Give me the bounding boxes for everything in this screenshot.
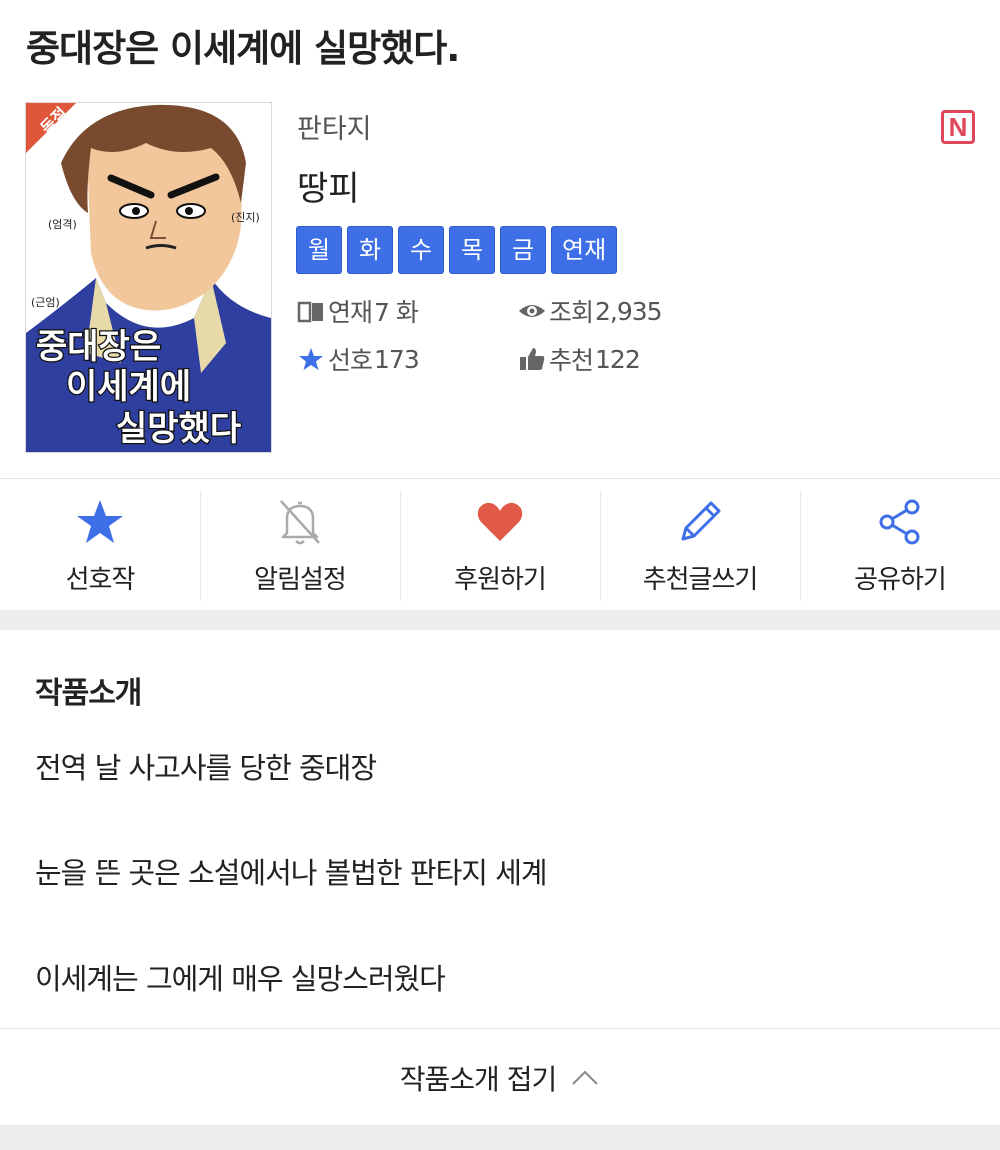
page-title: 중대장은 이세계에 실망했다. xyxy=(26,27,460,70)
support-button-label: 후원하기 xyxy=(454,565,547,595)
synopsis-heading: 작품소개 xyxy=(35,676,142,711)
platform-badge: N xyxy=(941,110,975,144)
synopsis-line: 눈을 뜬 곳은 소설에서나 볼법한 판타지 세계 xyxy=(35,856,548,890)
stat-favorites-value: 173 xyxy=(374,344,420,374)
pencil-icon xyxy=(675,497,725,547)
title-bar: 중대장은 이세계에 실망했다. xyxy=(0,0,1000,95)
stat-views-label: 조회 xyxy=(549,298,594,327)
synopsis-section: 작품소개 전역 날 사고사를 당한 중대장 눈을 뜬 곳은 소설에서나 볼법한 … xyxy=(0,630,1000,1028)
stat-recommends-label: 추천 xyxy=(549,346,594,375)
cover-title-line-2: 이세계에 xyxy=(66,367,191,407)
review-button[interactable]: 추천글쓰기 xyxy=(600,479,800,611)
share-icon xyxy=(875,497,925,547)
favorite-button[interactable]: 선호작 xyxy=(0,479,200,611)
notify-button[interactable]: 알림설정 xyxy=(200,479,400,611)
favorite-button-label: 선호작 xyxy=(65,565,136,595)
cover-speech-1: (엄격) xyxy=(48,218,77,231)
heart-icon xyxy=(475,497,525,547)
day-tag-mon: 월 xyxy=(296,226,342,274)
stat-episodes-value: 7 화 xyxy=(374,298,419,327)
novel-detail-page: 중대장은 이세계에 실망했다. 독점 (엄격) (진지) (근엄) 중대장은 이… xyxy=(0,0,1000,1150)
stat-episodes-label: 연재 xyxy=(328,298,373,327)
star-icon xyxy=(75,497,125,547)
notify-button-label: 알림설정 xyxy=(254,565,347,595)
cover-speech-2: (진지) xyxy=(231,211,260,224)
stat-recommends-value: 122 xyxy=(595,344,641,374)
thumbs-up-icon xyxy=(518,345,546,373)
share-button[interactable]: 공유하기 xyxy=(800,479,1000,611)
synopsis-line: 전역 날 사고사를 당한 중대장 xyxy=(35,751,377,785)
cover-title-line-1: 중대장은 xyxy=(36,327,161,367)
chevron-up-icon xyxy=(570,1068,600,1088)
book-icon xyxy=(297,297,325,325)
day-tag-tue: 화 xyxy=(347,226,393,274)
cover-speech-3: (근엄) xyxy=(31,296,60,309)
cover-image[interactable]: 독점 (엄격) (진지) (근엄) 중대장은 이세계에 실망했다 xyxy=(25,102,272,453)
star-small-icon xyxy=(297,345,325,373)
share-button-label: 공유하기 xyxy=(854,565,947,595)
schedule-tags: 월 화 수 목 금 연재 xyxy=(296,226,622,274)
stat-recommends: 추천 122 xyxy=(518,341,641,377)
stat-views-value: 2,935 xyxy=(595,296,663,326)
eye-icon xyxy=(518,297,546,325)
day-tag-wed: 수 xyxy=(398,226,444,274)
author-name[interactable]: 땅피 xyxy=(297,161,360,210)
bottom-divider xyxy=(0,1125,1000,1150)
synopsis-line: 이세계는 그에게 매우 실망스러웠다 xyxy=(35,962,446,996)
stat-episodes: 연재 7 화 xyxy=(297,293,419,329)
collapse-synopsis-button[interactable]: 작품소개 접기 xyxy=(0,1028,1000,1126)
day-tag-fri: 금 xyxy=(500,226,546,274)
day-tag-thu: 목 xyxy=(449,226,495,274)
genre-label: 판타지 xyxy=(297,114,372,145)
novel-info: 독점 (엄격) (진지) (근엄) 중대장은 이세계에 실망했다 판타지 땅피 … xyxy=(0,95,1000,478)
stat-favorites: 선호 173 xyxy=(297,341,420,377)
stat-favorites-label: 선호 xyxy=(328,346,373,375)
review-button-label: 추천글쓰기 xyxy=(642,565,759,595)
bell-off-icon xyxy=(275,497,325,547)
collapse-synopsis-label: 작품소개 접기 xyxy=(399,1062,557,1096)
support-button[interactable]: 후원하기 xyxy=(400,479,600,611)
section-divider xyxy=(0,610,1000,630)
action-bar: 선호작 알림설정 후원하기 추천글쓰기 공유하기 xyxy=(0,478,1000,611)
status-tag: 연재 xyxy=(551,226,618,274)
stat-views: 조회 2,935 xyxy=(518,293,663,329)
cover-title-line-3: 실망했다 xyxy=(116,409,241,449)
